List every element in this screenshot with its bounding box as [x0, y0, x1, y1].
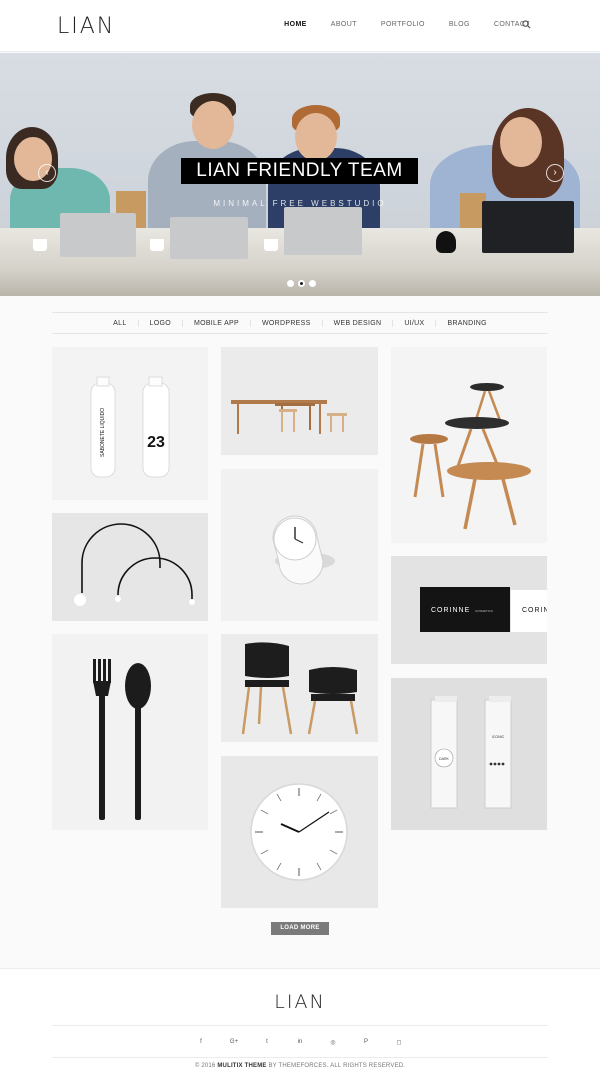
slider-dot-3[interactable]	[309, 280, 316, 287]
portfolio-item-bottles[interactable]: SABONETE LIQUIDO 23	[52, 347, 208, 500]
twitter-icon[interactable]: t	[251, 1039, 284, 1046]
theme-link[interactable]: MULITIX THEME	[217, 1063, 266, 1069]
portfolio-item-chairs[interactable]	[221, 634, 378, 742]
wall-clock-image	[250, 783, 348, 881]
footer-divider	[52, 1057, 548, 1058]
card-brand-white: CORINNE	[522, 607, 547, 614]
laptop	[284, 207, 362, 255]
portfolio-item-lamp[interactable]	[52, 513, 208, 621]
hero-subtitle: MINIMAL FREE WEBSTUDIO	[213, 199, 387, 208]
chairs-image	[241, 642, 359, 735]
portfolio-filter: ALL LOGO MOBILE APP WORDPRESS WEB DESIGN…	[52, 312, 548, 334]
card-sub: COSMETICS	[475, 609, 493, 613]
filter-all[interactable]: ALL	[102, 319, 139, 327]
portfolio-item-packaging[interactable]: DARK ICONIC	[391, 678, 547, 830]
slider-next-button[interactable]: ›	[546, 164, 564, 182]
search-icon[interactable]	[522, 20, 531, 29]
main-nav: HOME ABOUT PORTFOLIO BLOG CONTACT	[260, 21, 530, 28]
instagram-icon[interactable]: ◻	[383, 1039, 416, 1046]
footer-logo[interactable]: LIAN	[0, 991, 600, 1013]
filter-web-design[interactable]: WEB DESIGN	[323, 319, 394, 327]
mug	[436, 231, 456, 253]
card-brand: CORINNE	[431, 607, 470, 614]
site-header: LIAN HOME ABOUT PORTFOLIO BLOG CONTACT	[0, 0, 600, 52]
filter-mobile-app[interactable]: MOBILE APP	[183, 319, 251, 327]
filter-ui-ux[interactable]: UI/UX	[393, 319, 437, 327]
dribbble-icon[interactable]: ◎	[317, 1039, 350, 1046]
lamp-image	[74, 523, 195, 606]
pinterest-icon[interactable]: P	[350, 1039, 383, 1046]
portfolio-item-stools[interactable]	[391, 347, 547, 543]
cutlery-image	[93, 659, 151, 820]
footer-divider	[52, 1025, 548, 1026]
filter-wordpress[interactable]: WORDPRESS	[251, 319, 323, 327]
mug	[264, 239, 278, 251]
box-logo: DARK	[439, 757, 449, 761]
table-image	[231, 400, 347, 434]
box-brand: ICONIC	[492, 735, 505, 739]
filter-logo[interactable]: LOGO	[139, 319, 183, 327]
slider-dots	[287, 280, 316, 287]
hero-title: LIAN FRIENDLY TEAM	[181, 158, 418, 184]
site-logo[interactable]: LIAN	[57, 14, 115, 39]
copyright-text: © 2016 MULITIX THEME BY THEMEFORCES. ALL…	[0, 1063, 600, 1069]
laptop	[482, 201, 574, 253]
nav-about[interactable]: ABOUT	[331, 21, 357, 28]
slider-dot-2[interactable]	[298, 280, 305, 287]
bottle-label: SABONETE LIQUIDO	[100, 408, 106, 457]
facebook-icon[interactable]: f	[185, 1039, 218, 1046]
portfolio-item-cutlery[interactable]	[52, 634, 208, 830]
business-card-image: CORINNE COSMETICS CORINNE	[420, 587, 547, 632]
nav-home[interactable]: HOME	[284, 21, 307, 28]
copyright-prefix: © 2016	[194, 1063, 216, 1069]
copyright-suffix: BY THEMEFORCES. ALL RIGHTS RESERVED.	[268, 1063, 406, 1069]
google-plus-icon[interactable]: G+	[218, 1039, 251, 1046]
filter-branding[interactable]: BRANDING	[436, 320, 497, 327]
bottle-number: 23	[147, 434, 165, 451]
portfolio-item-wall-clock[interactable]	[221, 756, 378, 908]
laptop	[60, 213, 136, 257]
portfolio-item-clock-desk[interactable]	[221, 469, 378, 621]
bottles-image: SABONETE LIQUIDO 23	[90, 376, 170, 478]
packaging-image: DARK ICONIC	[430, 696, 512, 809]
slider-prev-button[interactable]: ‹	[38, 164, 56, 182]
desk-clock-image	[272, 515, 335, 585]
hero-slider: LIAN FRIENDLY TEAM MINIMAL FREE WEBSTUDI…	[0, 53, 600, 296]
slider-dot-1[interactable]	[287, 280, 294, 287]
stools-image	[410, 383, 531, 530]
load-more-button[interactable]: LOAD MORE	[271, 922, 329, 935]
laptop	[170, 217, 248, 259]
nav-portfolio[interactable]: PORTFOLIO	[381, 21, 425, 28]
nav-blog[interactable]: BLOG	[449, 21, 470, 28]
portfolio-item-business-card[interactable]: CORINNE COSMETICS CORINNE	[391, 556, 547, 664]
linkedin-icon[interactable]: in	[284, 1039, 317, 1046]
portfolio-item-table[interactable]	[221, 347, 378, 455]
mug	[33, 239, 47, 251]
social-links: f G+ t in ◎ P ◻	[0, 1039, 600, 1046]
mug	[150, 239, 164, 251]
site-footer: LIAN f G+ t in ◎ P ◻ © 2016 MULITIX THEM…	[0, 968, 600, 1084]
